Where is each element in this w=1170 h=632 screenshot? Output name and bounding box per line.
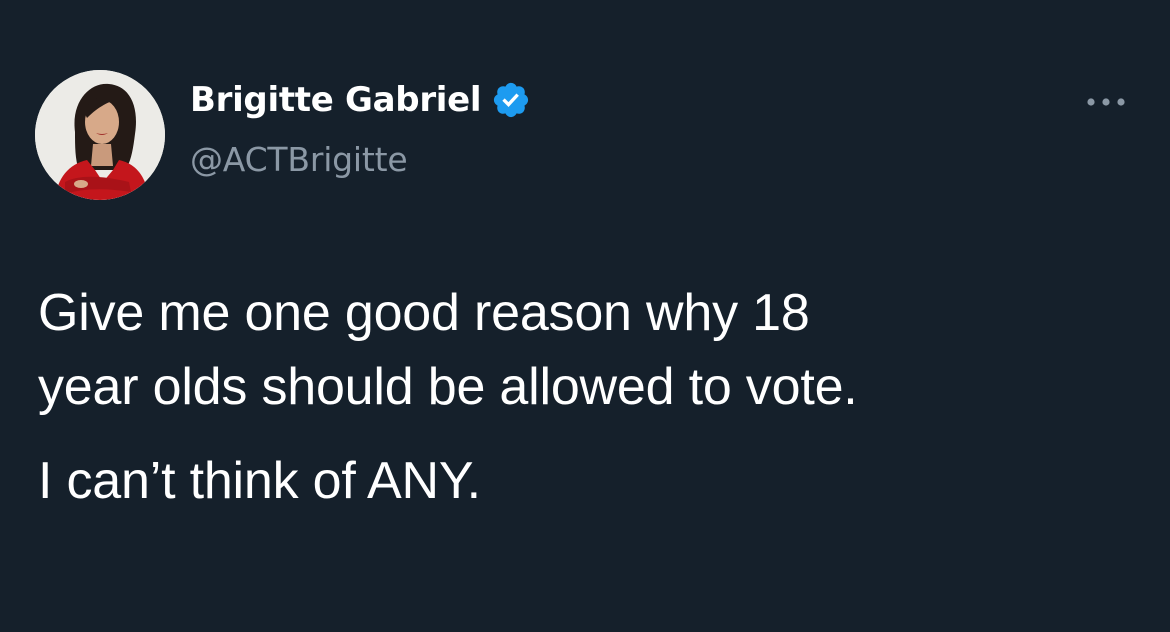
author-avatar[interactable] bbox=[35, 70, 165, 200]
tweet-line-1: Give me one good reason why 18 bbox=[38, 284, 810, 342]
verified-badge-icon bbox=[494, 82, 529, 118]
more-horizontal-icon bbox=[1087, 98, 1125, 106]
avatar-photo-icon bbox=[35, 70, 165, 200]
more-options-button[interactable] bbox=[1080, 88, 1132, 116]
tweet-text: Give me one good reason why 18 year olds… bbox=[38, 276, 1138, 518]
tweet-paragraph-2: I can’t think of ANY. bbox=[38, 452, 481, 510]
tweet-paragraph-1: Give me one good reason why 18 year olds… bbox=[38, 276, 1138, 424]
tweet-card: Brigitte Gabriel @ACTBrigitte Give me on… bbox=[0, 0, 1170, 632]
tweet-line-2: year olds should be allowed to vote. bbox=[38, 358, 858, 416]
author-name-row: Brigitte Gabriel bbox=[190, 74, 531, 126]
author-display-name[interactable]: Brigitte Gabriel bbox=[190, 80, 482, 120]
author-handle[interactable]: @ACTBrigitte bbox=[190, 140, 408, 179]
